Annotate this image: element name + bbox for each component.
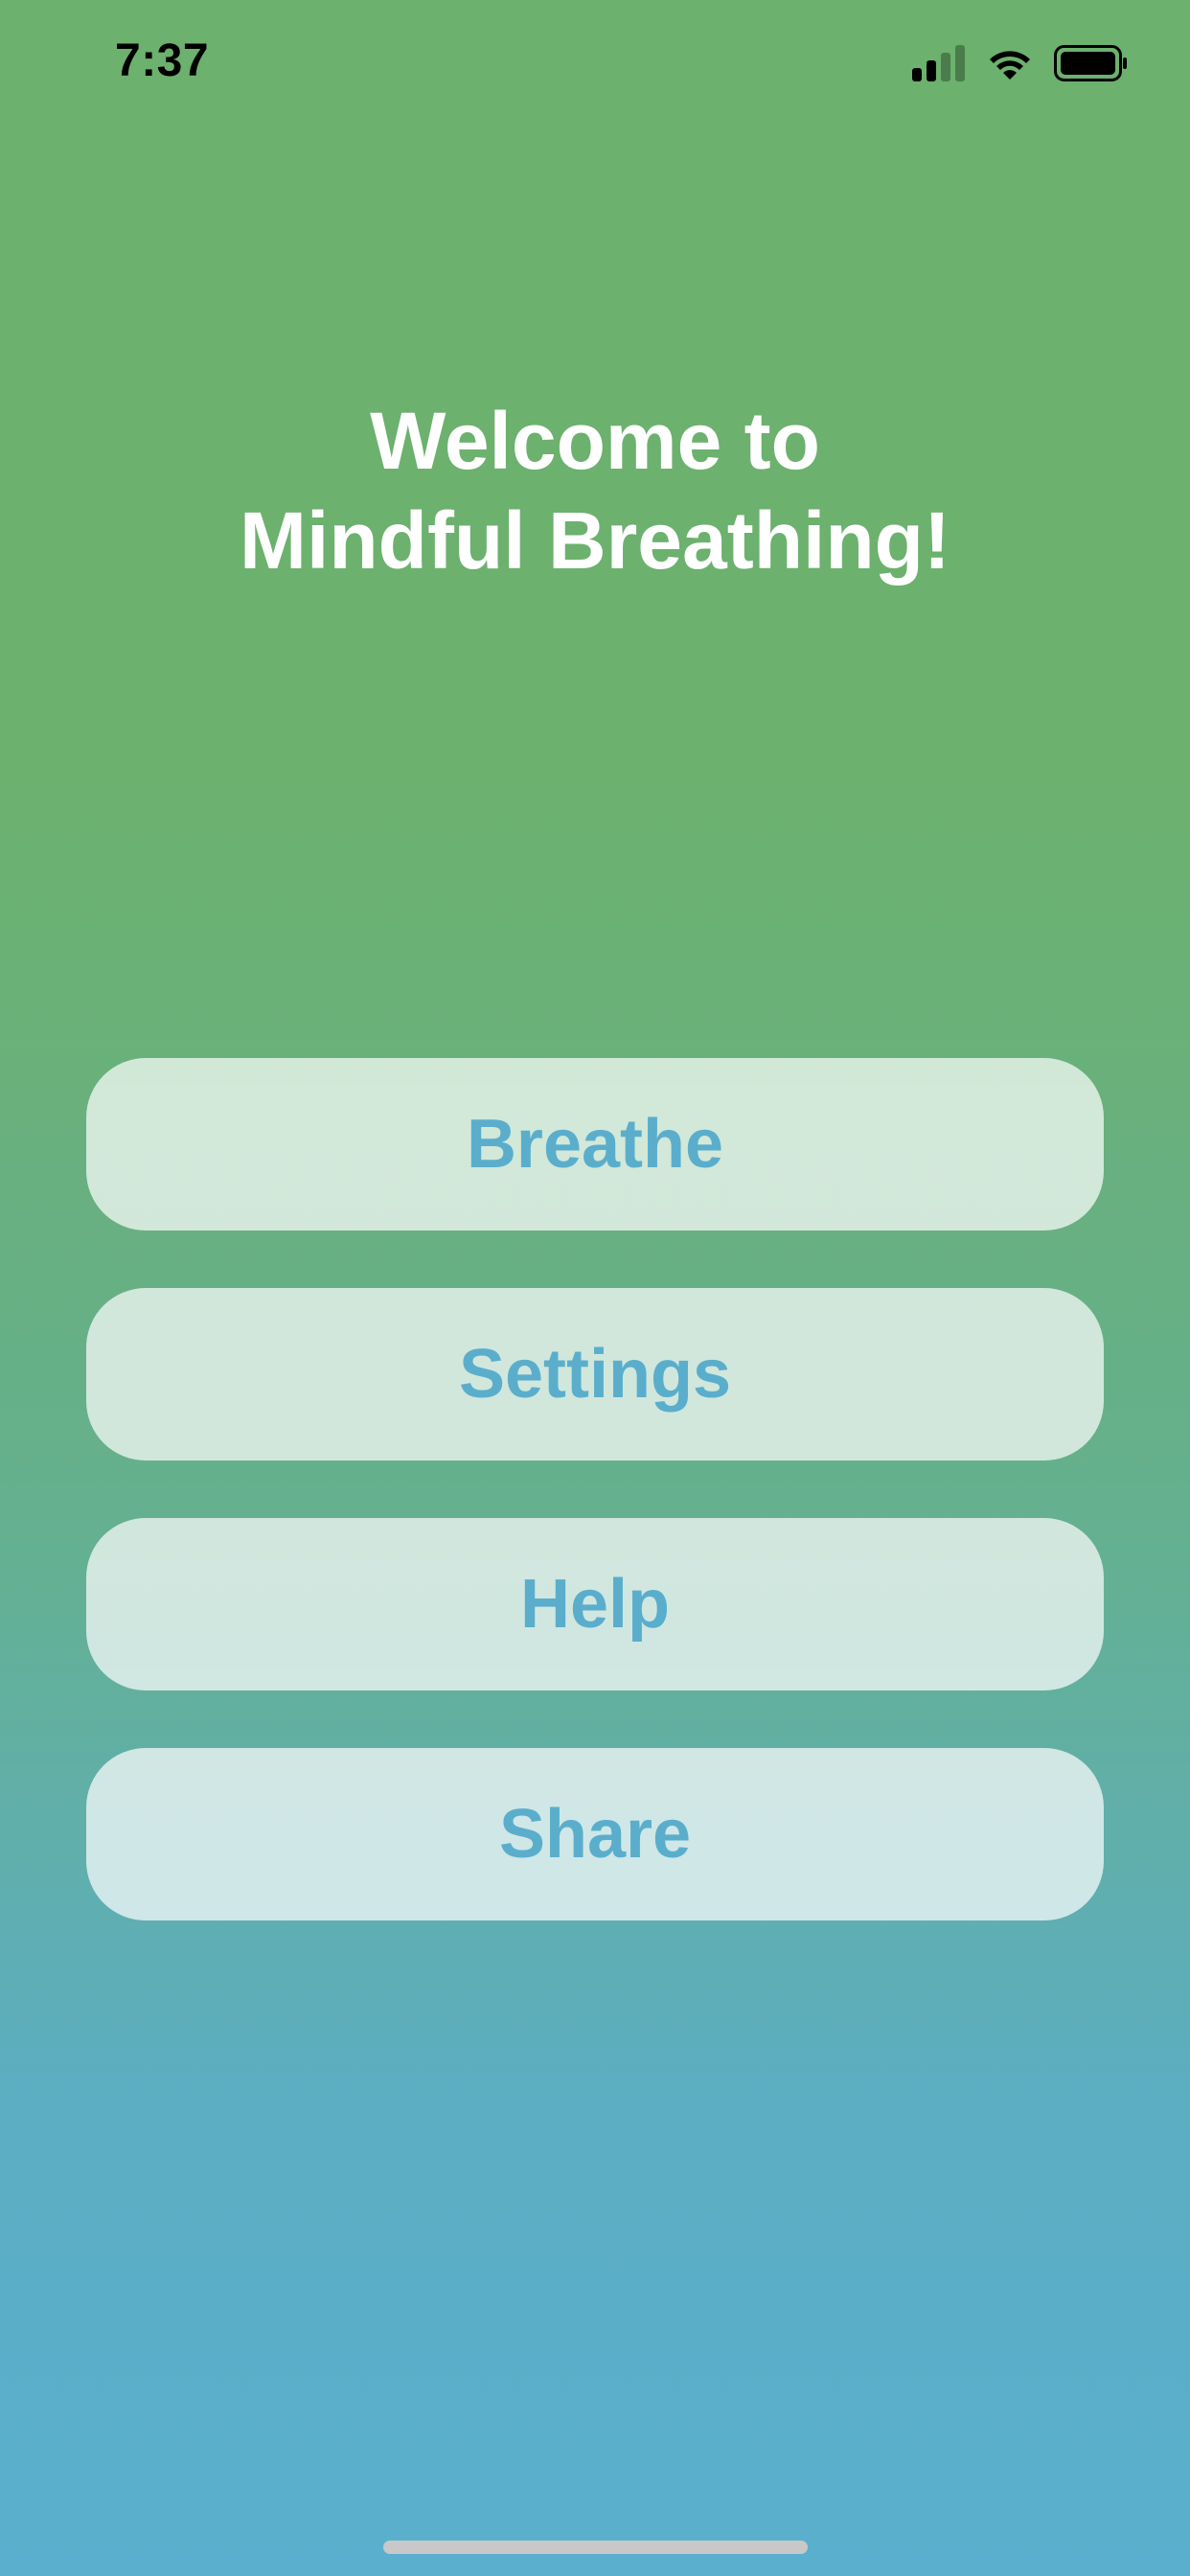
page-title-line-2: Mindful Breathing! [240,495,950,586]
breathe-button[interactable]: Breathe [86,1058,1104,1230]
share-button-label: Share [498,1796,692,1873]
battery-icon [1054,45,1127,81]
home-indicator[interactable] [383,2541,808,2554]
status-time: 7:37 [115,35,210,86]
main-menu: Breathe Settings Help Share [86,1058,1104,1978]
page-title-line-1: Welcome to [370,396,820,486]
cellular-signal-icon [912,45,965,81]
help-button-label: Help [519,1566,671,1643]
settings-button[interactable]: Settings [86,1288,1104,1460]
settings-button-label: Settings [458,1336,732,1413]
status-icons [912,44,1129,82]
breathe-button-label: Breathe [466,1106,724,1183]
share-button[interactable]: Share [86,1748,1104,1920]
wifi-icon [990,51,1030,80]
status-bar: 7:37 [0,0,1190,134]
help-button[interactable]: Help [86,1518,1104,1690]
page-title: Welcome to Mindful Breathing! [0,391,1190,590]
